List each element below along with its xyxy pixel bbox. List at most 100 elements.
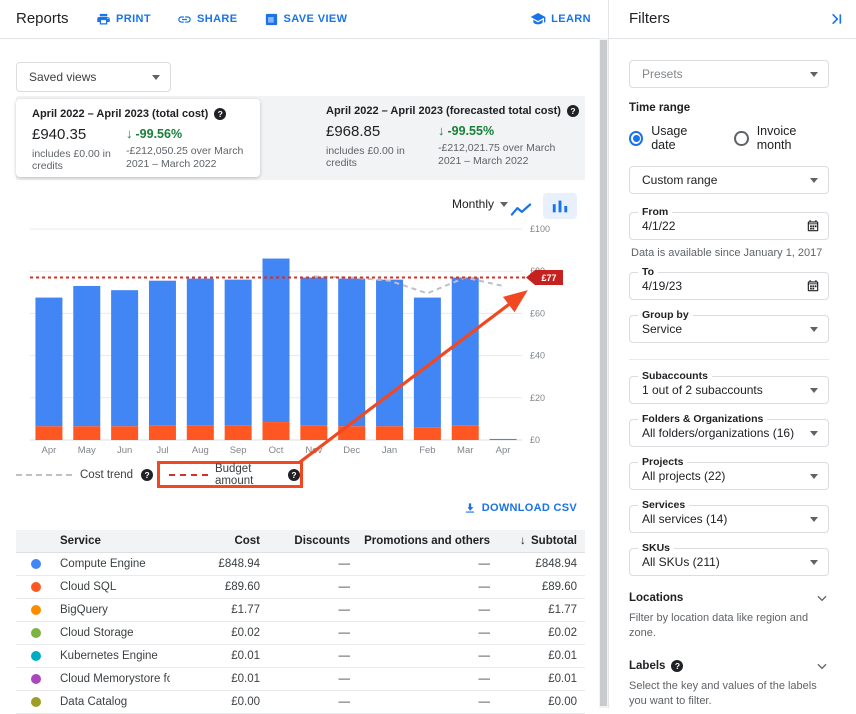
cell-cost: £0.00: [170, 696, 260, 708]
bar-may-1[interactable]: [73, 286, 100, 440]
x-axis-tick: Aug: [192, 445, 209, 456]
saved-views-select[interactable]: Saved views: [16, 62, 171, 92]
main-scrollbar[interactable]: [599, 38, 608, 708]
radio-invoice-month[interactable]: Invoice month: [734, 124, 829, 152]
chevron-down-icon: [810, 388, 818, 393]
filters-panel: Filters PresetsTime rangeUsage dateInvoi…: [608, 0, 856, 708]
x-axis-tick: Oct: [269, 445, 284, 456]
help-icon[interactable]: ?: [141, 469, 153, 481]
header-action-print[interactable]: PRINT: [96, 12, 151, 27]
subaccounts-select[interactable]: Subaccounts1 out of 2 subaccounts: [629, 376, 829, 404]
download-csv-button[interactable]: DOWNLOAD CSV: [463, 501, 577, 515]
presets-select[interactable]: Presets: [629, 60, 829, 88]
help-icon[interactable]: ?: [671, 660, 683, 672]
learn-button[interactable]: LEARN: [530, 11, 591, 27]
field-value: Service: [630, 322, 810, 336]
save-view-icon: [264, 12, 279, 27]
interval-dropdown[interactable]: Monthly: [452, 197, 508, 211]
projects-select[interactable]: ProjectsAll projects (22): [629, 462, 829, 490]
scorecard-value: £940.35: [32, 126, 126, 143]
filters-title: Filters: [629, 0, 670, 38]
bar-feb-10[interactable]: [414, 298, 441, 440]
scorecard-delta-note: -£212,050.25 over March 2021 – March 202…: [126, 145, 260, 171]
scorecard-title: April 2022 – April 2023 (total cost)?: [32, 108, 260, 120]
col-service[interactable]: Service: [56, 535, 170, 547]
learn-label: LEARN: [551, 13, 591, 25]
bar-jan-9[interactable]: [376, 280, 403, 440]
bar-mar-11[interactable]: [452, 278, 479, 440]
header-action-save-view[interactable]: SAVE VIEW: [264, 12, 348, 27]
bar-nov-7[interactable]: [300, 278, 327, 440]
scorecard-delta: -99.55%: [448, 124, 495, 138]
from-date-field[interactable]: From4/1/22: [629, 212, 829, 240]
x-axis-tick: Mar: [457, 445, 473, 456]
col-subtotal-sorted[interactable]: ↓ Subtotal: [490, 535, 585, 547]
chevron-down-icon: [810, 72, 818, 77]
group-by-select[interactable]: Group byService: [629, 315, 829, 343]
field-label: Folders & Organizations: [638, 413, 767, 426]
bar-dec-8[interactable]: [338, 279, 365, 440]
series-color-dot: [31, 628, 41, 638]
radio-label: Invoice month: [757, 124, 829, 152]
help-icon[interactable]: ?: [288, 469, 300, 481]
printer-icon: [96, 12, 111, 27]
scorecard-1[interactable]: April 2022 – April 2023 (forecasted tota…: [310, 96, 585, 180]
section-helper-text: Filter by location data like region and …: [629, 611, 834, 641]
x-axis-tick: Dec: [343, 445, 360, 456]
col-discounts[interactable]: Discounts: [260, 535, 350, 547]
to-date-field[interactable]: To4/19/23: [629, 272, 829, 300]
cell-service: Cloud Storage: [56, 627, 170, 639]
col-promotions[interactable]: Promotions and others: [350, 535, 490, 547]
bar-oct-6[interactable]: [263, 259, 290, 440]
cell-promotions: —: [350, 581, 490, 593]
cell-subtotal: £0.00: [490, 696, 585, 708]
scorecard-0[interactable]: April 2022 – April 2023 (total cost)? £94…: [16, 99, 260, 177]
section-locations[interactable]: Locations: [629, 591, 829, 605]
help-icon[interactable]: ?: [567, 105, 579, 117]
services-select[interactable]: ServicesAll services (14): [629, 505, 829, 533]
col-cost[interactable]: Cost: [170, 535, 260, 547]
folders-organizations-select[interactable]: Folders & OrganizationsAll folders/organ…: [629, 419, 829, 447]
radio-usage-date[interactable]: Usage date: [629, 124, 710, 152]
line-chart-toggle[interactable]: [510, 199, 534, 217]
chevron-down-icon: [810, 431, 818, 436]
bar-jul-3[interactable]: [149, 281, 176, 440]
chevron-down-icon: [815, 659, 829, 673]
header-action-label: PRINT: [116, 13, 151, 25]
help-icon[interactable]: ?: [214, 108, 226, 120]
x-axis-tick: Nov: [305, 445, 322, 456]
scorecard-value: £968.85: [326, 123, 438, 140]
cell-service: Cloud Memorystore for Redis: [56, 673, 170, 685]
section-label: Labels: [629, 660, 665, 672]
cell-discounts: —: [260, 558, 350, 570]
bar-sep-5[interactable]: [225, 280, 252, 440]
budget-amount-label: Budget amount: [215, 463, 281, 487]
collapse-panel-icon[interactable]: [828, 11, 844, 27]
skus-select[interactable]: SKUsAll SKUs (211): [629, 548, 829, 576]
bar-apr-0[interactable]: [35, 298, 62, 440]
cell-promotions: —: [350, 558, 490, 570]
series-color-dot: [31, 559, 41, 569]
reports-page: Reports PRINTSHARESAVE VIEW LEARN Saved …: [0, 0, 599, 708]
link-icon: [177, 12, 192, 27]
bar-chart-toggle[interactable]: [543, 193, 577, 219]
cost-breakdown-table: ServiceCostDiscountsPromotions and other…: [16, 530, 585, 714]
header-action-share[interactable]: SHARE: [177, 12, 238, 27]
series-color-dot: [31, 582, 41, 592]
bar-jun-2[interactable]: [111, 290, 138, 440]
main-scrollbar-thumb[interactable]: [600, 40, 607, 706]
field-label: SKUs: [638, 542, 674, 555]
bar-apr-12[interactable]: [490, 439, 517, 440]
range-type-select[interactable]: Custom range: [629, 166, 829, 194]
y-axis-tick: £40: [530, 351, 545, 361]
scorecard-credits-note: includes £0.00 in credits: [326, 145, 438, 169]
radio-label: Usage date: [651, 124, 710, 152]
table-row-6: Data Catalog£0.00——£0.00: [16, 691, 585, 714]
section-labels[interactable]: Labels?: [629, 659, 829, 673]
scorecard-title-text: April 2022 – April 2023 (total cost): [32, 108, 208, 120]
chevron-down-icon: [500, 202, 508, 207]
scorecard-title: April 2022 – April 2023 (forecasted tota…: [326, 105, 585, 117]
bar-aug-4[interactable]: [187, 279, 214, 440]
field-value: 1 out of 2 subaccounts: [630, 383, 810, 397]
field-value: Custom range: [630, 173, 810, 187]
